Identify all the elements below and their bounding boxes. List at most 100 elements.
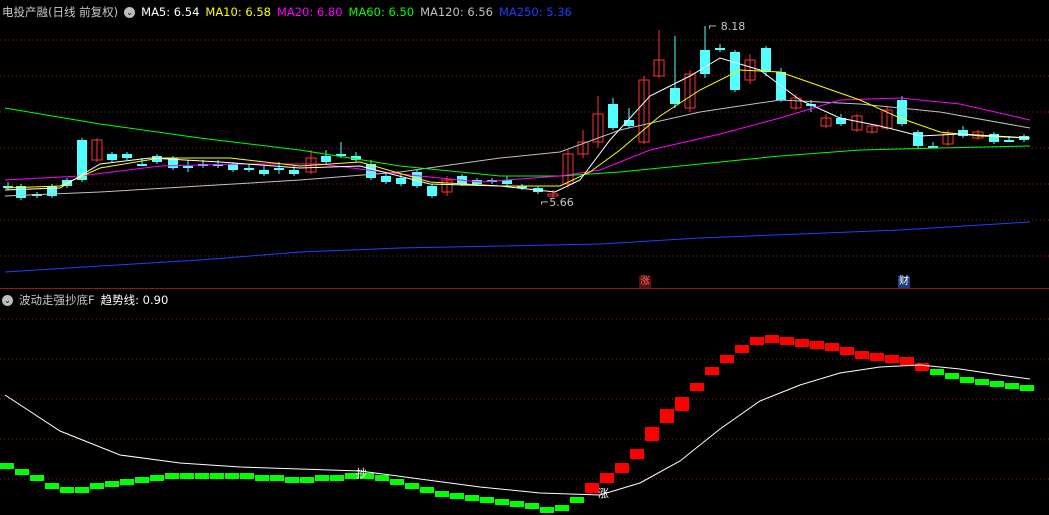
indicator-bar	[480, 497, 494, 503]
indicator-bar	[585, 483, 599, 493]
main-header: 电投产融(日线 前复权) ⌄ MA5: 6.54 MA10: 6.58 MA20…	[2, 1, 578, 23]
candle-body	[107, 154, 117, 160]
indicator-bar	[1020, 385, 1034, 391]
stock-title: 电投产融(日线 前复权)	[2, 5, 119, 19]
price-chart-panel[interactable]: 电投产融(日线 前复权) ⌄ MA5: 6.54 MA10: 6.58 MA20…	[0, 0, 1049, 288]
indicator-bar	[420, 487, 434, 493]
event-marker-zhang[interactable]: 涨	[639, 276, 651, 288]
ma10-label: MA10: 6.58	[205, 5, 271, 19]
candle-body	[228, 164, 238, 170]
candle-body	[259, 170, 269, 174]
ma10-line	[4, 69, 1031, 189]
indicator-bar	[735, 345, 749, 353]
indicator-bar	[225, 473, 239, 479]
indicator-bar	[45, 483, 59, 489]
candle-body	[381, 176, 391, 182]
candle-body	[700, 50, 710, 74]
indicator-bar	[30, 475, 44, 481]
indicator-bar	[15, 469, 29, 475]
indicator-bar	[780, 337, 794, 345]
event-zhang-label: 涨	[640, 276, 650, 287]
indicator-bar	[495, 499, 509, 505]
trend-line-label: 趋势线: 0.90	[100, 293, 169, 307]
ma20-label: MA20: 6.80	[276, 5, 343, 19]
ma5-label: MA5: 6.54	[141, 5, 200, 19]
indicator-bar	[690, 383, 704, 391]
indicator-bar	[975, 379, 989, 385]
indicator-bar	[210, 473, 224, 479]
indicator-bar	[405, 483, 419, 489]
candle-body	[274, 168, 284, 170]
chevron-down-icon[interactable]: ⌄	[2, 294, 13, 306]
candle-body	[244, 168, 254, 170]
indicator-bar	[660, 409, 674, 423]
candle-body	[608, 104, 618, 128]
indicator-bar	[795, 339, 809, 347]
indicator-bar	[645, 427, 659, 441]
indicator-chart[interactable]	[0, 289, 1049, 515]
ma250-label: MA250: 5.36	[498, 5, 572, 19]
candle-body	[761, 48, 771, 72]
low-price-value: 5.66	[549, 196, 574, 209]
indicator-bar	[135, 477, 149, 483]
indicator-bar	[255, 475, 269, 481]
candle-body	[670, 88, 680, 104]
indicator-bar	[465, 495, 479, 501]
candle-body	[289, 170, 299, 174]
indicator-bar	[705, 367, 719, 375]
indicator-bar	[960, 377, 974, 383]
indicator-bar	[510, 501, 524, 507]
indicator-bar	[75, 487, 89, 493]
indicator-bar	[390, 479, 404, 485]
indicator-bar	[720, 355, 734, 363]
indicator-bar	[765, 335, 779, 343]
ma120-label: MA120: 6.56	[420, 5, 493, 19]
indicator-bar	[180, 473, 194, 479]
rise-signal-label: 涨	[598, 487, 609, 500]
indicator-bar	[915, 363, 929, 371]
indicator-bar	[240, 473, 254, 479]
indicator-bar	[285, 477, 299, 483]
indicator-bar	[165, 473, 179, 479]
candle-body	[321, 156, 331, 162]
indicator-bar	[435, 491, 449, 497]
candle-body	[989, 134, 999, 142]
buy-signal-label: 抄	[356, 467, 367, 480]
indicator-bar	[885, 355, 899, 363]
candle-body	[715, 48, 725, 50]
indicator-bar	[90, 483, 104, 489]
indicator-bar	[330, 475, 344, 481]
indicator-bar	[840, 347, 854, 355]
indicator-bar	[375, 475, 389, 481]
indicator-panel[interactable]: ⌄ 波动走强抄底F 趋势线: 0.90 抄 涨	[0, 288, 1049, 515]
indicator-title: 波动走强抄底F	[19, 293, 95, 307]
chevron-down-icon[interactable]: ⌄	[124, 6, 136, 18]
indicator-bar	[0, 463, 14, 469]
indicator-bar	[825, 343, 839, 351]
indicator-bar	[540, 507, 554, 513]
indicator-bar	[900, 357, 914, 365]
high-price-value: 8.18	[720, 20, 746, 33]
candlestick-chart[interactable]	[0, 0, 1049, 288]
indicator-bar	[600, 473, 614, 483]
indicator-header: ⌄ 波动走强抄底F 趋势线: 0.90	[2, 289, 174, 311]
event-marker-cai[interactable]: 财	[898, 276, 910, 288]
candle-body	[183, 166, 193, 168]
indicator-bar	[555, 505, 569, 511]
candle-body	[137, 164, 147, 166]
candle-body	[913, 132, 923, 146]
event-cai-label: 财	[899, 276, 909, 287]
indicator-bar	[525, 503, 539, 509]
indicator-bar	[750, 337, 764, 345]
indicator-bar	[315, 475, 329, 481]
indicator-bar	[60, 487, 74, 493]
high-price-label: ⌐ 8.18	[708, 20, 746, 33]
indicator-bar	[615, 463, 629, 473]
indicator-bar	[945, 373, 959, 379]
indicator-bar	[270, 475, 284, 481]
indicator-bar	[300, 477, 314, 483]
ma20-line	[4, 97, 1031, 183]
indicator-bar	[450, 493, 464, 499]
indicator-bar	[675, 397, 689, 411]
ma5-line	[4, 57, 1031, 193]
